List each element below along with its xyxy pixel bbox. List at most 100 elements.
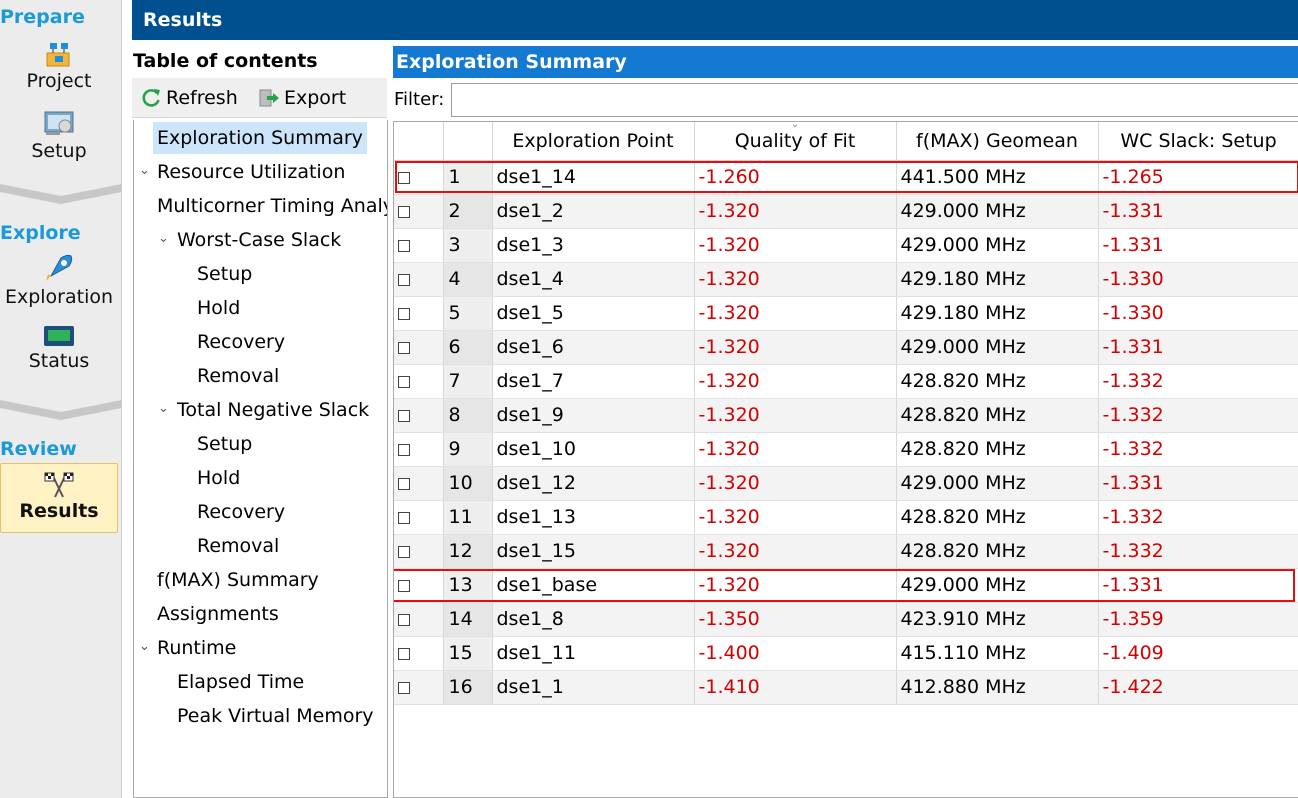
row-select-checkbox[interactable] <box>394 160 444 195</box>
row-select-checkbox[interactable] <box>394 636 444 671</box>
rail-divider <box>0 400 122 420</box>
table-row[interactable]: 5 dse1_5 -1.320 429.180 MHz -1.330 <box>394 296 1298 331</box>
column-header-quality-of-fit[interactable]: ⌄ Quality of Fit <box>694 122 897 161</box>
quality-of-fit-cell: -1.320 <box>694 262 897 297</box>
row-select-checkbox[interactable] <box>394 330 444 365</box>
table-row[interactable]: 8 dse1_9 -1.320 428.820 MHz -1.332 <box>394 398 1298 433</box>
row-select-checkbox[interactable] <box>394 568 444 603</box>
rail-item-project[interactable]: Project <box>0 40 118 92</box>
refresh-button[interactable]: Refresh <box>140 85 238 111</box>
checkbox[interactable] <box>398 545 410 558</box>
toc-item-assignments[interactable]: Assignments <box>157 598 279 630</box>
checkbox[interactable] <box>398 205 410 218</box>
checkbox[interactable] <box>398 239 410 252</box>
table-row[interactable]: 13 dse1_base -1.320 429.000 MHz -1.331 <box>394 568 1298 603</box>
checkbox[interactable] <box>398 375 410 388</box>
column-header-select[interactable] <box>394 122 444 161</box>
toc-item-peak-virtual-memory[interactable]: Peak Virtual Memory <box>177 700 374 732</box>
export-button[interactable]: Export <box>258 85 346 111</box>
table-row[interactable]: 4 dse1_4 -1.320 429.180 MHz -1.330 <box>394 262 1298 297</box>
table-row[interactable]: 11 dse1_13 -1.320 428.820 MHz -1.332 <box>394 500 1298 535</box>
checkbox[interactable] <box>398 579 410 592</box>
expand-chevron-icon[interactable]: ⌄ <box>158 401 169 416</box>
table-row[interactable]: 10 dse1_12 -1.320 429.000 MHz -1.331 <box>394 466 1298 501</box>
table-row[interactable]: 12 dse1_15 -1.320 428.820 MHz -1.332 <box>394 534 1298 569</box>
row-select-checkbox[interactable] <box>394 194 444 229</box>
row-select-checkbox[interactable] <box>394 534 444 569</box>
toc-item-runtime[interactable]: Runtime <box>157 632 236 664</box>
checkbox[interactable] <box>398 341 410 354</box>
toc-item-tns-recovery[interactable]: Recovery <box>197 496 285 528</box>
row-select-checkbox[interactable] <box>394 228 444 263</box>
row-select-checkbox[interactable] <box>394 262 444 297</box>
table-row[interactable]: 6 dse1_6 -1.320 429.000 MHz -1.331 <box>394 330 1298 365</box>
quality-of-fit-cell: -1.320 <box>694 364 897 399</box>
toc-item-elapsed-time[interactable]: Elapsed Time <box>177 666 304 698</box>
rail-item-status[interactable]: Status <box>0 324 118 372</box>
table-row[interactable]: 15 dse1_11 -1.400 415.110 MHz -1.409 <box>394 636 1298 671</box>
rail-item-setup-label: Setup <box>31 140 87 162</box>
column-header-fmax-geomean[interactable]: f(MAX) Geomean <box>896 122 1099 161</box>
fmax-geomean-cell: 429.000 MHz <box>896 330 1099 365</box>
toc-item-multicorner-timing[interactable]: Multicorner Timing Analysis <box>157 190 387 222</box>
toc-item-resource-utilization[interactable]: Resource Utilization <box>157 156 345 188</box>
checkbox[interactable] <box>398 681 410 694</box>
checkbox[interactable] <box>398 443 410 456</box>
row-select-checkbox[interactable] <box>394 432 444 467</box>
row-select-checkbox[interactable] <box>394 364 444 399</box>
filter-input[interactable] <box>451 83 1298 117</box>
column-header-index[interactable] <box>443 122 493 161</box>
row-index-cell: 5 <box>443 296 493 331</box>
row-select-checkbox[interactable] <box>394 602 444 637</box>
row-select-checkbox[interactable] <box>394 500 444 535</box>
quality-of-fit-cell: -1.320 <box>694 296 897 331</box>
quality-of-fit-cell: -1.320 <box>694 500 897 535</box>
toc-item-wcs-removal[interactable]: Removal <box>197 360 279 392</box>
table-row[interactable]: 14 dse1_8 -1.350 423.910 MHz -1.359 <box>394 602 1298 637</box>
fmax-geomean-cell: 412.880 MHz <box>896 670 1099 705</box>
toc-item-wcs-hold[interactable]: Hold <box>197 292 240 324</box>
checkbox[interactable] <box>398 511 410 524</box>
table-row[interactable]: 2 dse1_2 -1.320 429.000 MHz -1.331 <box>394 194 1298 229</box>
wc-slack-setup-cell: -1.331 <box>1098 466 1298 501</box>
expand-chevron-icon[interactable]: ⌄ <box>139 639 150 654</box>
fmax-geomean-cell: 428.820 MHz <box>896 432 1099 467</box>
checkbox[interactable] <box>398 477 410 490</box>
table-row[interactable]: 16 dse1_1 -1.410 412.880 MHz -1.422 <box>394 670 1298 705</box>
rocket-icon <box>46 254 73 281</box>
column-header-exploration-point[interactable]: Exploration Point <box>492 122 695 161</box>
toc-item-tns-removal[interactable]: Removal <box>197 530 279 562</box>
checkbox[interactable] <box>398 307 410 320</box>
expand-chevron-icon[interactable]: ⌄ <box>139 163 150 178</box>
row-select-checkbox[interactable] <box>394 466 444 501</box>
toc-item-exploration-summary[interactable]: Exploration Summary <box>153 122 367 154</box>
checkbox[interactable] <box>398 409 410 422</box>
table-row[interactable]: 9 dse1_10 -1.320 428.820 MHz -1.332 <box>394 432 1298 467</box>
column-header-wc-slack-setup[interactable]: WC Slack: Setup <box>1098 122 1298 161</box>
table-row[interactable]: 1 dse1_14 -1.260 441.500 MHz -1.265 <box>394 160 1298 195</box>
toc-item-tns-hold[interactable]: Hold <box>197 462 240 494</box>
row-index-cell: 10 <box>443 466 493 501</box>
row-select-checkbox[interactable] <box>394 296 444 331</box>
toc-item-fmax-summary[interactable]: f(MAX) Summary <box>157 564 319 596</box>
toc-item-worst-case-slack[interactable]: Worst-Case Slack <box>177 224 341 256</box>
checkbox[interactable] <box>398 613 410 626</box>
table-row[interactable]: 7 dse1_7 -1.320 428.820 MHz -1.332 <box>394 364 1298 399</box>
expand-chevron-icon[interactable]: ⌄ <box>158 231 169 246</box>
toc-item-tns-setup[interactable]: Setup <box>197 428 252 460</box>
checkbox[interactable] <box>398 647 410 660</box>
rail-item-setup[interactable]: Setup <box>0 108 118 162</box>
table-row[interactable]: 3 dse1_3 -1.320 429.000 MHz -1.331 <box>394 228 1298 263</box>
checkbox[interactable] <box>398 171 410 184</box>
checkbox[interactable] <box>398 273 410 286</box>
rail-item-results-label: Results <box>19 500 99 522</box>
rail-item-results[interactable]: Results <box>0 463 118 533</box>
row-select-checkbox[interactable] <box>394 398 444 433</box>
row-select-checkbox[interactable] <box>394 670 444 705</box>
toc-item-total-negative-slack[interactable]: Total Negative Slack <box>177 394 369 426</box>
toc-item-wcs-recovery[interactable]: Recovery <box>197 326 285 358</box>
exploration-point-cell: dse1_11 <box>492 636 695 671</box>
rail-item-exploration[interactable]: Exploration <box>0 252 118 308</box>
toc-item-wcs-setup[interactable]: Setup <box>197 258 252 290</box>
quality-of-fit-cell: -1.320 <box>694 194 897 229</box>
